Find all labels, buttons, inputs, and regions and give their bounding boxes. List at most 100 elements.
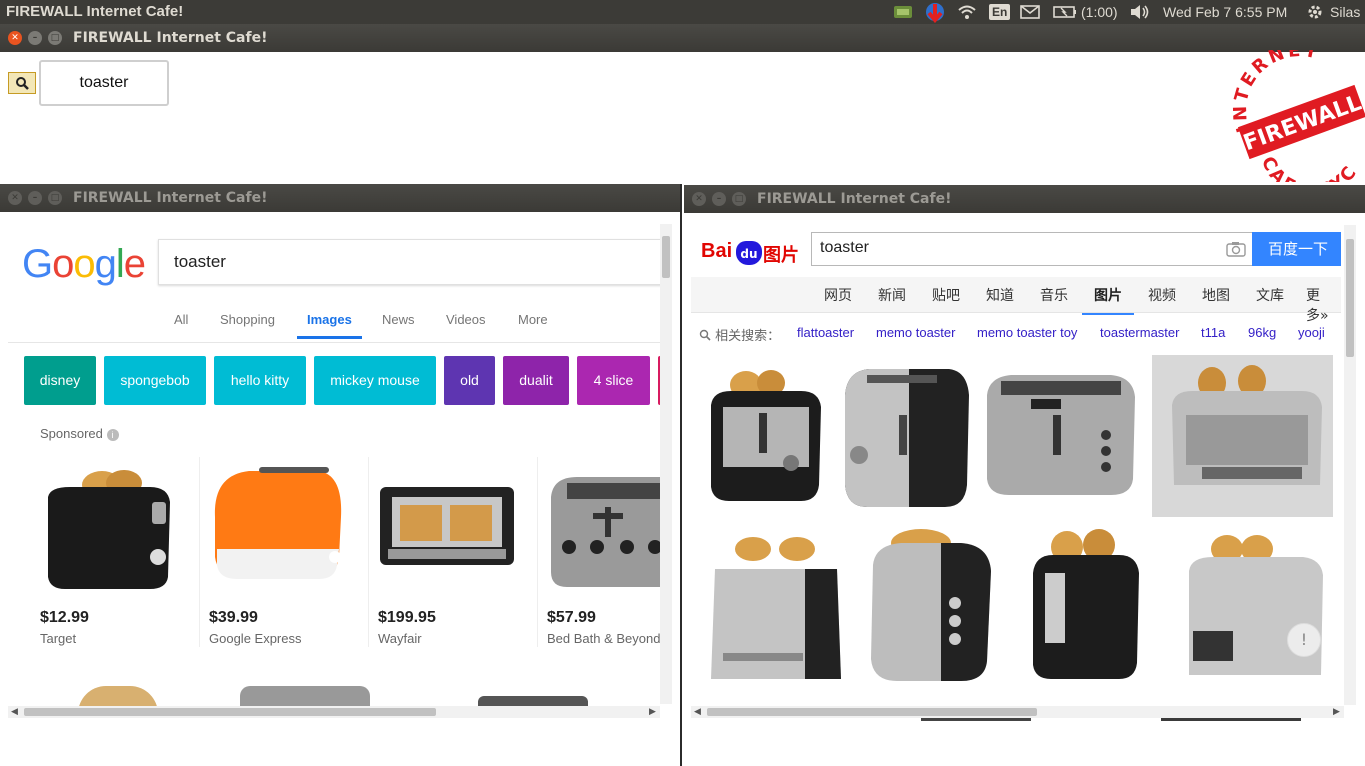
minimize-icon[interactable]: – bbox=[28, 31, 42, 45]
nav-zhidao[interactable]: 知道 bbox=[986, 285, 1014, 305]
toaster-image bbox=[48, 470, 170, 589]
product-price: $39.99 bbox=[209, 609, 258, 626]
mail-icon[interactable] bbox=[1020, 0, 1040, 24]
google-window-titlebar[interactable]: ✕ – □ FIREWALL Internet Cafe! bbox=[0, 184, 680, 212]
search-icon bbox=[699, 329, 711, 341]
baidu-browser-window: ✕ – □ FIREWALL Internet Cafe! Bai du 图片 … bbox=[684, 185, 1365, 766]
chip-old[interactable]: old bbox=[444, 356, 495, 405]
maximize-icon[interactable]: □ bbox=[48, 191, 62, 205]
product-price: $12.99 bbox=[40, 609, 89, 626]
search-button[interactable] bbox=[8, 72, 36, 94]
maximize-icon[interactable]: □ bbox=[48, 31, 62, 45]
main-window-titlebar[interactable]: ✕ – □ FIREWALL Internet Cafe! bbox=[0, 24, 1365, 52]
minimize-icon[interactable]: – bbox=[712, 192, 726, 206]
baidu-logo[interactable]: Bai du 图片 bbox=[701, 233, 811, 267]
baidu-page: Bai du 图片 toaster 百度一下 网页 新闻 贴吧 知道 音乐 图片… bbox=[691, 213, 1341, 721]
camera-icon[interactable] bbox=[1226, 241, 1246, 257]
related-link[interactable]: flattoaster bbox=[797, 325, 854, 340]
google-horizontal-scrollbar[interactable]: ◀ ▶ bbox=[8, 706, 660, 718]
scroll-thumb[interactable] bbox=[24, 708, 436, 716]
paw-icon: du bbox=[736, 241, 762, 265]
feedback-button[interactable]: ! bbox=[1287, 623, 1321, 657]
chip-disney[interactable]: disney bbox=[24, 356, 96, 405]
image-result[interactable] bbox=[1027, 523, 1143, 689]
settings-gear-icon[interactable] bbox=[1307, 0, 1323, 24]
image-result[interactable] bbox=[701, 355, 831, 517]
scroll-right-icon[interactable]: ▶ bbox=[649, 707, 656, 717]
scroll-thumb[interactable] bbox=[662, 236, 670, 278]
tab-more[interactable]: More bbox=[518, 312, 548, 327]
search-input[interactable]: toaster bbox=[39, 60, 169, 106]
google-search-input[interactable]: toaster bbox=[158, 239, 660, 285]
baidu-search-button[interactable]: 百度一下 bbox=[1252, 232, 1341, 266]
tab-videos[interactable]: Videos bbox=[446, 312, 486, 327]
info-icon[interactable]: i bbox=[106, 429, 119, 441]
chip-spongebob[interactable]: spongebob bbox=[104, 356, 206, 405]
nav-video[interactable]: 视频 bbox=[1148, 285, 1176, 305]
related-link[interactable]: memo toaster bbox=[876, 325, 955, 340]
nav-wenku[interactable]: 文库 bbox=[1256, 285, 1284, 305]
related-link[interactable]: t11a bbox=[1201, 325, 1225, 340]
chip-4-slice[interactable]: 4 slice bbox=[577, 356, 650, 405]
nav-images[interactable]: 图片 bbox=[1082, 285, 1134, 315]
battery-time: (1:00) bbox=[1081, 4, 1118, 20]
clock[interactable]: Wed Feb 7 6:55 PM bbox=[1163, 0, 1287, 24]
image-result[interactable] bbox=[705, 529, 855, 689]
image-result[interactable] bbox=[981, 355, 1141, 517]
nav-map[interactable]: 地图 bbox=[1202, 285, 1230, 305]
chip-mickey-mouse[interactable]: mickey mouse bbox=[314, 356, 436, 405]
nav-music[interactable]: 音乐 bbox=[1040, 285, 1068, 305]
google-vertical-scrollbar[interactable] bbox=[660, 224, 672, 704]
nav-news[interactable]: 新闻 bbox=[878, 285, 906, 305]
tab-news[interactable]: News bbox=[382, 312, 415, 327]
tab-all[interactable]: All bbox=[174, 312, 188, 327]
chat-icon[interactable] bbox=[893, 0, 913, 24]
baidu-window-titlebar[interactable]: ✕ – □ FIREWALL Internet Cafe! bbox=[684, 185, 1365, 213]
scroll-left-icon[interactable]: ◀ bbox=[694, 707, 701, 717]
volume-icon[interactable] bbox=[1129, 0, 1151, 24]
image-result[interactable] bbox=[861, 521, 1011, 689]
related-link[interactable]: 96kg bbox=[1248, 325, 1276, 340]
nav-web[interactable]: 网页 bbox=[824, 285, 852, 305]
product-price: $57.99 bbox=[547, 609, 596, 626]
image-result[interactable] bbox=[1152, 355, 1333, 517]
user-name[interactable]: Silas bbox=[1330, 0, 1360, 24]
product-card[interactable]: $57.99 Bed Bath & Beyond bbox=[547, 457, 660, 647]
product-card[interactable]: $12.99 Target bbox=[40, 457, 200, 647]
image-result[interactable] bbox=[839, 355, 973, 517]
close-icon[interactable]: ✕ bbox=[8, 191, 22, 205]
toaster-image bbox=[380, 487, 514, 565]
nav-tieba[interactable]: 贴吧 bbox=[932, 285, 960, 305]
window-title: FIREWALL Internet Cafe! bbox=[73, 190, 268, 206]
baidu-vertical-scrollbar[interactable] bbox=[1344, 225, 1356, 705]
wifi-icon[interactable] bbox=[957, 0, 977, 24]
scroll-right-icon[interactable]: ▶ bbox=[1333, 707, 1340, 717]
tab-shopping[interactable]: Shopping bbox=[220, 312, 275, 327]
close-icon[interactable]: ✕ bbox=[692, 192, 706, 206]
baidu-horizontal-scrollbar[interactable]: ◀ ▶ bbox=[691, 706, 1344, 718]
image-result[interactable] bbox=[1173, 535, 1333, 689]
minimize-icon[interactable]: – bbox=[28, 191, 42, 205]
baidu-nav-bar: 网页 新闻 贴吧 知道 音乐 图片 视频 地图 文库 更多» bbox=[691, 277, 1341, 324]
related-link[interactable]: toastermaster bbox=[1100, 325, 1179, 340]
baidu-search-input[interactable]: toaster bbox=[811, 232, 1253, 266]
related-link[interactable]: yooji bbox=[1298, 325, 1325, 340]
update-icon[interactable] bbox=[924, 0, 946, 24]
chip-hello-kitty[interactable]: hello kitty bbox=[214, 356, 306, 405]
scroll-thumb[interactable] bbox=[707, 708, 1037, 716]
tab-images[interactable]: Images bbox=[297, 312, 362, 339]
related-link[interactable]: memo toaster toy bbox=[977, 325, 1077, 340]
maximize-icon[interactable]: □ bbox=[732, 192, 746, 206]
scroll-left-icon[interactable]: ◀ bbox=[11, 707, 18, 717]
toaster-image bbox=[551, 477, 660, 587]
nav-more[interactable]: 更多» bbox=[1306, 285, 1341, 325]
google-logo[interactable]: Google bbox=[22, 242, 146, 287]
system-top-bar: FIREWALL Internet Cafe! En (1:00) Wed Fe… bbox=[0, 0, 1365, 24]
product-card[interactable]: $39.99 Google Express bbox=[209, 457, 369, 647]
battery-icon[interactable] bbox=[1053, 0, 1077, 24]
close-icon[interactable]: ✕ bbox=[8, 31, 22, 45]
product-card[interactable]: $199.95 Wayfair bbox=[378, 457, 538, 647]
scroll-thumb[interactable] bbox=[1346, 239, 1354, 357]
chip-dualit[interactable]: dualit bbox=[503, 356, 569, 405]
keyboard-language-indicator[interactable]: En bbox=[989, 0, 1011, 24]
